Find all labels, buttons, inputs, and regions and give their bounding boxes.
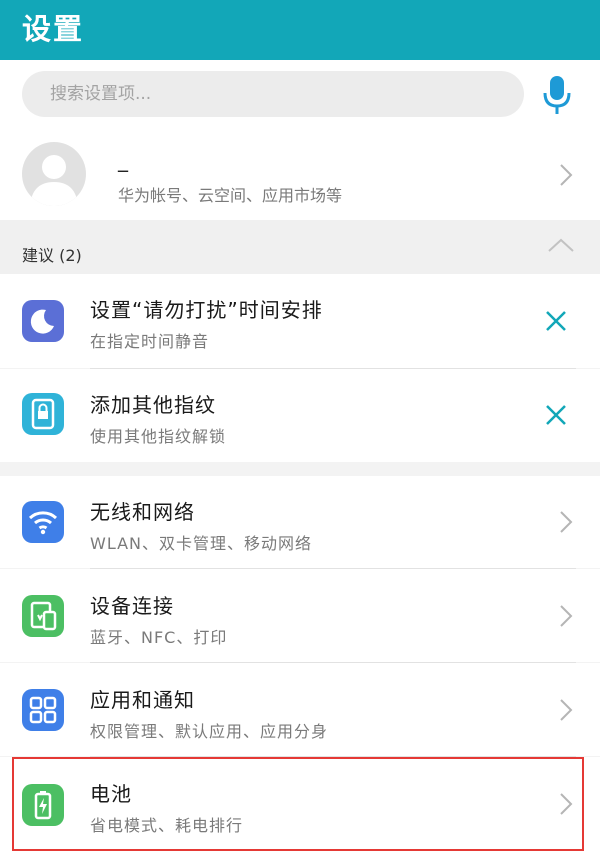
wifi-icon — [22, 501, 64, 543]
account-row[interactable]: _ 华为帐号、云空间、应用市场等 — [0, 130, 600, 220]
chevron-right-icon — [560, 164, 573, 186]
settings-title: 应用和通知 — [90, 688, 195, 712]
suggestions-header[interactable]: 建议 (2) — [0, 220, 600, 274]
user-silhouette-icon — [30, 155, 78, 206]
suggestion-do-not-disturb[interactable]: 设置“请勿打扰”时间安排 在指定时间静音 — [0, 274, 600, 368]
settings-item-wireless-networks[interactable]: 无线和网络 WLAN、双卡管理、移动网络 — [0, 476, 600, 568]
account-subtitle: 华为帐号、云空间、应用市场等 — [118, 186, 343, 205]
suggestion-subtitle: 在指定时间静音 — [90, 332, 210, 351]
page-title: 设置 — [22, 12, 85, 46]
search-area — [0, 60, 600, 130]
suggestion-title: 设置“请勿打扰”时间安排 — [90, 298, 323, 322]
moon-icon — [22, 300, 64, 342]
device-connection-icon — [22, 595, 64, 637]
search-input[interactable] — [50, 71, 510, 117]
highlight-box — [12, 757, 584, 851]
search-box[interactable] — [22, 71, 524, 117]
settings-subtitle: 权限管理、默认应用、应用分身 — [90, 722, 329, 741]
suggestion-add-fingerprint[interactable]: 添加其他指纹 使用其他指纹解锁 — [0, 369, 600, 462]
fingerprint-lock-icon — [22, 393, 64, 435]
settings-item-device-connection[interactable]: 设备连接 蓝牙、NFC、打印 — [0, 569, 600, 662]
settings-title: 无线和网络 — [90, 500, 195, 524]
account-name: _ — [118, 148, 128, 172]
chevron-right-icon — [560, 699, 573, 721]
title-bar: 设置 — [0, 0, 600, 60]
close-icon[interactable] — [544, 309, 568, 333]
settings-subtitle: 蓝牙、NFC、打印 — [90, 628, 228, 647]
settings-item-apps-notifications[interactable]: 应用和通知 权限管理、默认应用、应用分身 — [0, 663, 600, 756]
chevron-up-icon[interactable] — [546, 236, 576, 254]
chevron-right-icon — [560, 605, 573, 627]
settings-title: 设备连接 — [90, 594, 174, 618]
microphone-icon[interactable] — [540, 74, 574, 116]
chevron-right-icon — [560, 511, 573, 533]
suggestions-label: 建议 (2) — [22, 246, 82, 265]
avatar — [22, 142, 86, 206]
suggestion-subtitle: 使用其他指纹解锁 — [90, 427, 227, 446]
suggestion-title: 添加其他指纹 — [90, 393, 216, 417]
settings-subtitle: WLAN、双卡管理、移动网络 — [90, 534, 313, 553]
apps-grid-icon — [22, 689, 64, 731]
close-icon[interactable] — [544, 403, 568, 427]
